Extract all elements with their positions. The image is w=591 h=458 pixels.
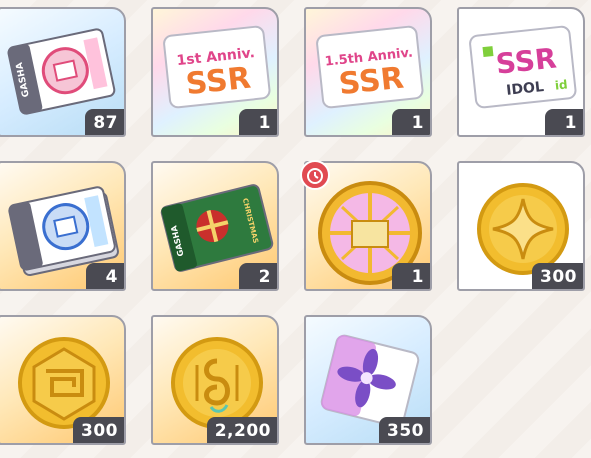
item-tile-star-coin[interactable]: 300 bbox=[457, 161, 585, 291]
ssr-ticket-line2: SSR bbox=[337, 61, 405, 103]
item-count: 2,200 bbox=[206, 417, 277, 443]
item-count: 1 bbox=[545, 109, 583, 135]
item-count: 2 bbox=[239, 263, 277, 289]
item-count: 1 bbox=[239, 109, 277, 135]
item-tile-swirl-coin[interactable]: 2,200 bbox=[151, 315, 279, 445]
item-tile-flower-card[interactable]: 350 bbox=[304, 315, 432, 445]
item-count: 300 bbox=[73, 417, 124, 443]
item-tile-gasha-ticket[interactable]: GASHA 87 bbox=[0, 7, 126, 137]
item-tile-gasha-ticket-stack[interactable]: 4 bbox=[0, 161, 126, 291]
ssr-idol-line1: SSR bbox=[494, 42, 558, 81]
item-count: 350 bbox=[379, 417, 430, 443]
item-count: 1 bbox=[392, 109, 430, 135]
item-count: 87 bbox=[85, 109, 124, 135]
ssr-ticket-line2: SSR bbox=[184, 61, 252, 103]
ssr-idol-line3: id bbox=[554, 77, 568, 92]
item-count: 4 bbox=[86, 263, 124, 289]
item-tile-1-5th-anniv-ssr[interactable]: 1.5th Anniv. SSR 1 bbox=[304, 7, 432, 137]
item-tile-geometric-coin[interactable]: 300 bbox=[0, 315, 126, 445]
item-tile-ssr-idol-id[interactable]: SSR IDOL id 1 bbox=[457, 7, 585, 137]
item-tile-christmas-gasha[interactable]: GASHA CHRISTMAS 2 bbox=[151, 161, 279, 291]
item-tile-1st-anniv-ssr[interactable]: 1st Anniv. SSR 1 bbox=[151, 7, 279, 137]
item-count: 1 bbox=[392, 263, 430, 289]
timer-icon bbox=[300, 160, 330, 190]
item-count: 300 bbox=[532, 263, 583, 289]
